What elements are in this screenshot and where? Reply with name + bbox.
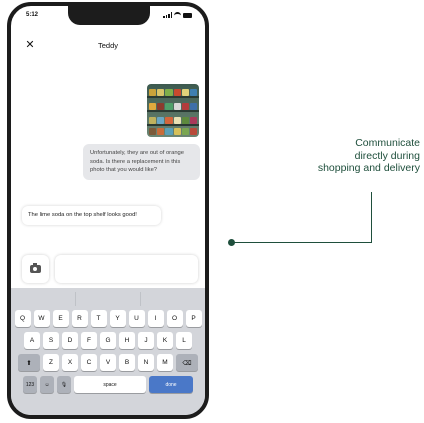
suggestion-slot[interactable] (141, 292, 205, 306)
key-r[interactable]: R (71, 310, 88, 327)
message-input[interactable] (55, 255, 198, 283)
key-b[interactable]: B (119, 354, 135, 371)
key-u[interactable]: U (128, 310, 145, 327)
keyboard: QWERTYUIOP ASDFGHJKL ⬆ ZXCVBNM ⌫ 123 ☺ 🎙… (11, 288, 205, 415)
numbers-key[interactable]: 123 (23, 376, 37, 393)
suggestion-slot[interactable] (76, 292, 141, 306)
key-v[interactable]: V (100, 354, 116, 371)
callout-anchor-dot (228, 239, 235, 246)
callout-connector-vertical (371, 192, 372, 243)
keyboard-row-2: ASDFGHJKL (11, 332, 205, 349)
key-c[interactable]: C (81, 354, 97, 371)
callout-line: shopping and delivery (317, 162, 420, 174)
key-y[interactable]: Y (109, 310, 126, 327)
suggestion-slot[interactable] (11, 292, 76, 306)
callout-line: directly during (354, 149, 420, 162)
key-o[interactable]: O (166, 310, 183, 327)
backspace-key[interactable]: ⌫ (176, 354, 198, 371)
camera-icon (30, 263, 41, 273)
key-a[interactable]: A (24, 332, 40, 349)
shift-key[interactable]: ⬆ (18, 354, 40, 371)
key-d[interactable]: D (62, 332, 78, 349)
key-t[interactable]: T (90, 310, 107, 327)
key-k[interactable]: K (157, 332, 173, 349)
battery-icon (183, 12, 192, 18)
phone-notch (68, 6, 150, 25)
shelf-photo[interactable] (147, 84, 199, 137)
message-incoming: The lime soda on the top shelf looks goo… (22, 206, 161, 225)
key-p[interactable]: P (185, 310, 202, 327)
status-icons (163, 12, 192, 18)
key-s[interactable]: S (43, 332, 59, 349)
key-x[interactable]: X (62, 354, 78, 371)
status-time: 5:12 (26, 12, 39, 18)
callout-connector-horizontal (231, 242, 372, 243)
emoji-key[interactable]: ☺ (40, 376, 54, 393)
keyboard-row-4: 123 ☺ 🎙 space done (11, 376, 205, 393)
suggestion-bar (11, 292, 205, 306)
key-n[interactable]: N (138, 354, 154, 371)
space-key[interactable]: space (74, 376, 146, 393)
callout-text: Communicate directly during shopping and… (230, 137, 420, 175)
done-key[interactable]: done (149, 376, 193, 393)
key-m[interactable]: M (157, 354, 173, 371)
key-h[interactable]: H (119, 332, 135, 349)
phone-frame: 5:12 ✕ Teddy Unfortunately, they are out… (7, 2, 209, 419)
key-w[interactable]: W (33, 310, 50, 327)
key-z[interactable]: Z (43, 354, 59, 371)
camera-button[interactable] (22, 255, 49, 283)
keyboard-row-3: ⬆ ZXCVBNM ⌫ (11, 354, 205, 371)
key-g[interactable]: G (100, 332, 116, 349)
key-j[interactable]: J (138, 332, 154, 349)
key-i[interactable]: I (147, 310, 164, 327)
key-q[interactable]: Q (14, 310, 31, 327)
signal-icon (163, 12, 172, 18)
chat-title: Teddy (97, 41, 118, 50)
callout-line: Communicate (355, 137, 420, 149)
wifi-icon (174, 12, 181, 18)
key-e[interactable]: E (52, 310, 69, 327)
key-f[interactable]: F (81, 332, 97, 349)
message-outgoing: Unfortunately, they are out of orange so… (83, 144, 200, 180)
microphone-key[interactable]: 🎙 (57, 376, 71, 393)
keyboard-row-1: QWERTYUIOP (11, 310, 205, 327)
key-l[interactable]: L (176, 332, 192, 349)
